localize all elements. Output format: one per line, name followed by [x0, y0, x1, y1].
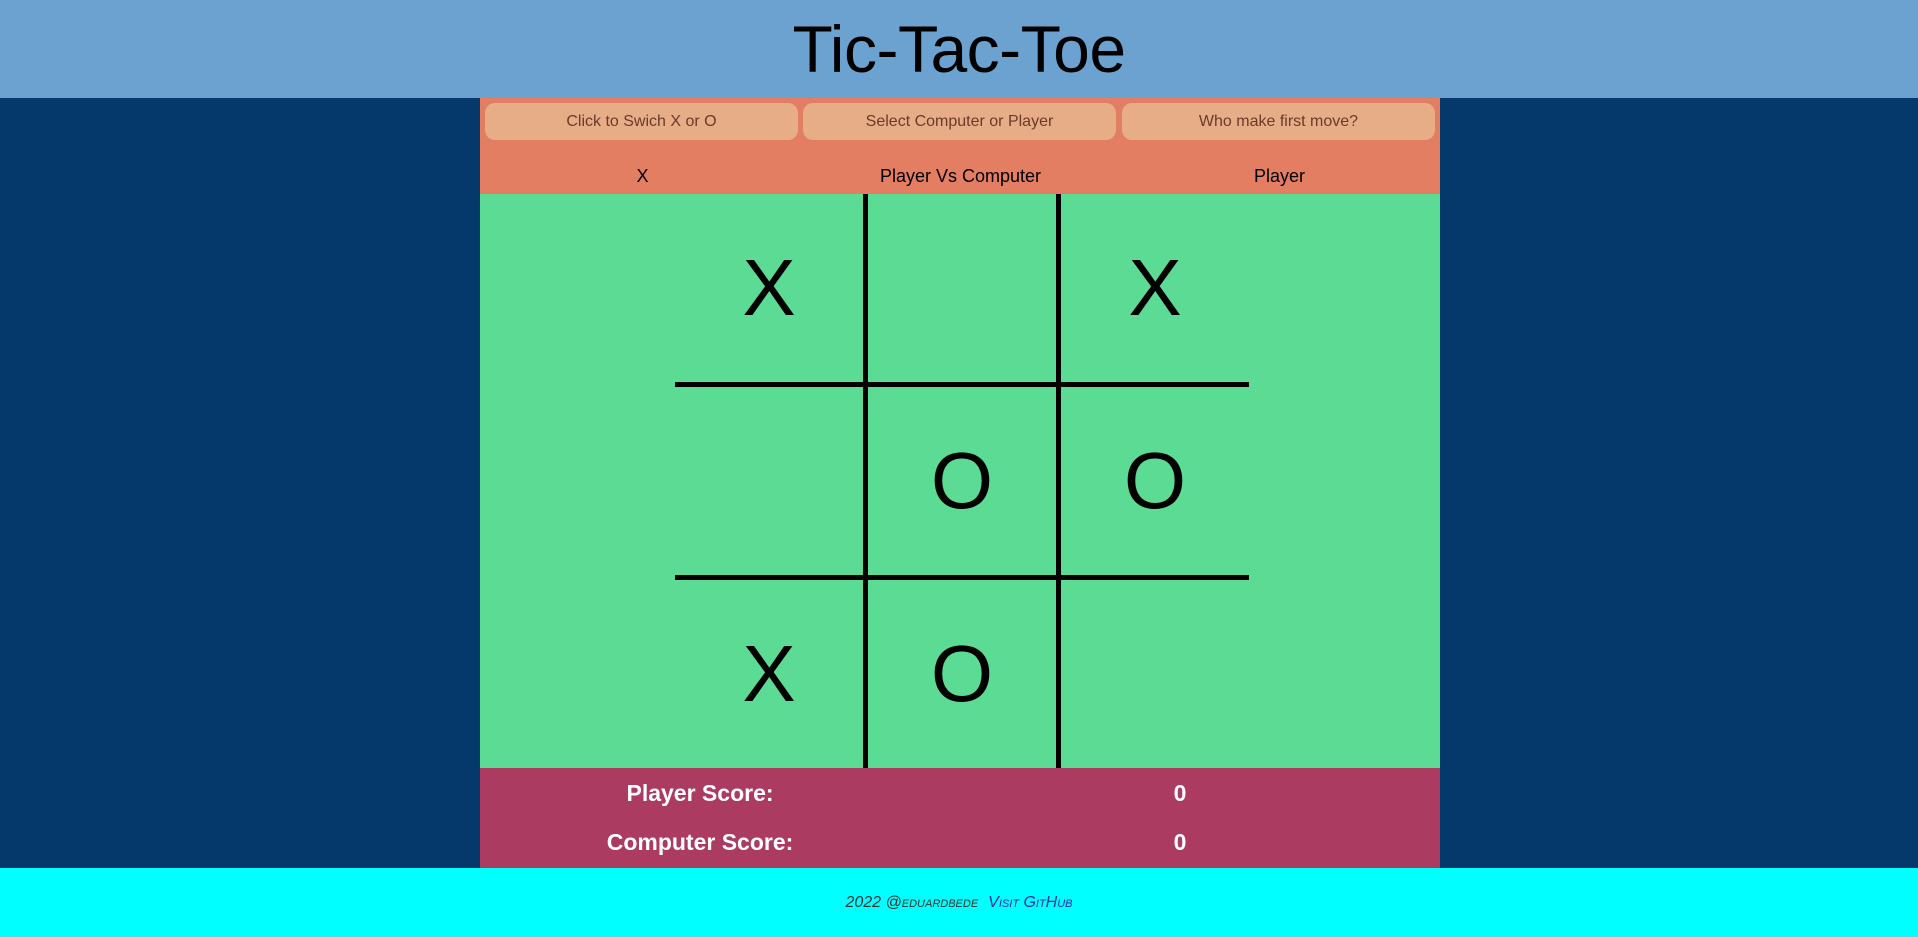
page: Tic-Tac-Toe Click to Swich X or O Select…	[0, 0, 1918, 937]
game-board: X X O O X O	[675, 194, 1249, 768]
board-cell-2[interactable]	[863, 194, 1056, 382]
board-cell-9[interactable]	[1056, 575, 1249, 768]
switch-symbol-button[interactable]: Click to Swich X or O	[485, 103, 798, 140]
board-cell-4[interactable]	[675, 382, 863, 575]
player-score-label: Player Score:	[626, 780, 774, 806]
first-move-button[interactable]: Who make first move?	[1122, 103, 1435, 140]
score-panel: Player Score: 0 Computer Score: 0	[480, 768, 1440, 868]
board-cell-7[interactable]: X	[675, 575, 863, 768]
computer-score-label: Computer Score:	[606, 829, 794, 855]
player-score-value: 0	[1173, 780, 1187, 806]
board-cell-6[interactable]: O	[1056, 382, 1249, 575]
github-link[interactable]: Visit GitHub	[988, 894, 1072, 912]
first-move-value: Player	[1253, 166, 1306, 186]
control-panel: Click to Swich X or O Select Computer or…	[480, 98, 1440, 194]
board-cell-8[interactable]: O	[863, 575, 1056, 768]
board-cell-5[interactable]: O	[863, 382, 1056, 575]
select-opponent-button[interactable]: Select Computer or Player	[803, 103, 1116, 140]
page-title: Tic-Tac-Toe	[792, 12, 1126, 86]
footer-credit: 2022 @eduardbede	[845, 893, 979, 911]
footer-bar: 2022 @eduardbede Visit GitHub	[0, 868, 1918, 937]
computer-score-value: 0	[1173, 829, 1187, 855]
game-panel: Click to Swich X or O Select Computer or…	[480, 98, 1440, 868]
game-mode-value: Player Vs Computer	[879, 166, 1042, 186]
player-symbol-value: X	[636, 166, 649, 186]
board-cell-3[interactable]: X	[1056, 194, 1249, 382]
board-cell-1[interactable]: X	[675, 194, 863, 382]
header-bar: Tic-Tac-Toe	[0, 0, 1918, 98]
board-area: X X O O X O	[480, 194, 1440, 768]
